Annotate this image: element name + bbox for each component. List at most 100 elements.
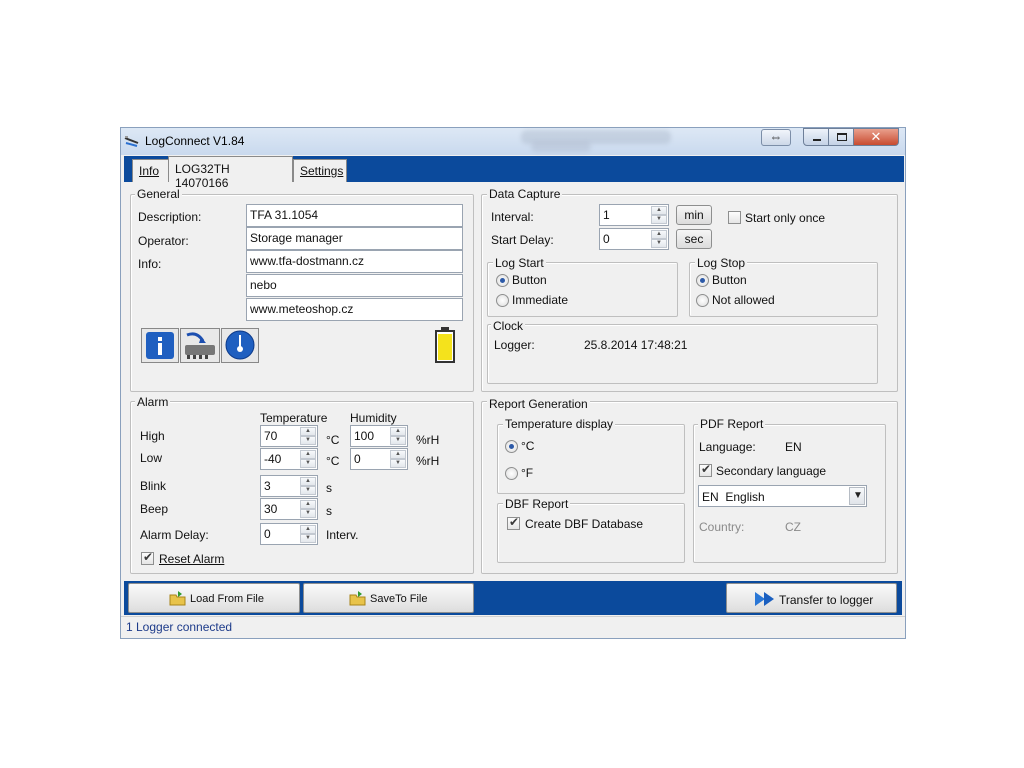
snap-icon[interactable]: ⇔	[761, 129, 791, 146]
title-bar[interactable]: LogConnect V1.84 ⇔ ✕	[121, 128, 905, 155]
spin-up-icon[interactable]: ▲	[390, 427, 406, 436]
blink-value: 3	[264, 479, 271, 493]
spin-up-icon[interactable]: ▲	[300, 525, 316, 534]
info-label: Info:	[138, 257, 162, 271]
fahrenheit-radio[interactable]	[505, 467, 518, 480]
tab-info[interactable]: Info	[132, 159, 170, 182]
spin-down-icon[interactable]: ▼	[651, 215, 667, 224]
high-hum-stepper[interactable]: 100 ▲ ▼	[350, 425, 408, 447]
spin-down-icon[interactable]: ▼	[300, 534, 316, 543]
operator-field[interactable]: Storage manager	[246, 227, 463, 250]
load-firmware-icon	[185, 332, 215, 359]
beep-unit: s	[326, 504, 332, 518]
high-hum-unit: %rH	[416, 433, 440, 447]
humidity-header: Humidity	[350, 411, 397, 425]
info-field-line3[interactable]: www.meteoshop.cz	[246, 298, 463, 321]
pdf-report-title: PDF Report	[698, 417, 766, 431]
status-bar: 1 Logger connected	[121, 616, 905, 638]
transfer-arrow-icon	[755, 592, 774, 606]
temperature-header: Temperature	[260, 411, 328, 425]
folder-open-icon	[169, 591, 186, 606]
log-start-button-radio[interactable]	[496, 274, 509, 287]
app-logo-icon	[124, 136, 139, 147]
spin-down-icon[interactable]: ▼	[300, 436, 316, 445]
spin-down-icon[interactable]: ▼	[300, 509, 316, 518]
spin-up-icon[interactable]: ▲	[390, 450, 406, 459]
transfer-to-logger-label: Transfer to logger	[779, 593, 874, 607]
secondary-language-select[interactable]: EN English ▼	[698, 485, 867, 507]
log-start-group	[487, 262, 678, 317]
spin-down-icon[interactable]: ▼	[300, 486, 316, 495]
tab-settings[interactable]: Settings	[293, 159, 347, 182]
transfer-to-logger-button[interactable]: Transfer to logger	[726, 583, 897, 613]
log-start-immediate-radio[interactable]	[496, 294, 509, 307]
start-delay-unit-button[interactable]: sec	[676, 229, 712, 249]
log-stop-button-radio[interactable]	[696, 274, 709, 287]
beep-value: 30	[264, 502, 278, 516]
low-hum-stepper[interactable]: 0 ▲ ▼	[350, 448, 408, 470]
temperature-probe-button[interactable]	[221, 328, 259, 363]
start-delay-value: 0	[603, 232, 610, 246]
low-temp-stepper[interactable]: -40 ▲ ▼	[260, 448, 318, 470]
country-value: CZ	[785, 520, 801, 534]
spin-up-icon[interactable]: ▲	[651, 230, 667, 239]
info-field-line2[interactable]: nebo	[246, 274, 463, 297]
high-temp-stepper[interactable]: 70 ▲ ▼	[260, 425, 318, 447]
high-label: High	[140, 429, 165, 443]
log-stop-not-allowed-radio[interactable]	[696, 294, 709, 307]
info-button[interactable]	[141, 328, 179, 363]
temperature-display-group	[497, 424, 685, 494]
interval-unit-button[interactable]: min	[676, 205, 712, 225]
secondary-language-select-value: EN English	[702, 490, 765, 504]
high-temp-value: 70	[264, 429, 278, 443]
country-label: Country:	[699, 520, 745, 534]
log-start-immediate-label: Immediate	[512, 293, 569, 307]
secondary-language-checkbox[interactable]: ✔	[699, 462, 712, 477]
dropdown-button[interactable]: ▼	[849, 487, 865, 505]
interval-stepper[interactable]: 1 ▲ ▼	[599, 204, 669, 226]
spin-down-icon[interactable]: ▼	[651, 239, 667, 248]
spin-up-icon[interactable]: ▲	[300, 500, 316, 509]
blink-unit: s	[326, 481, 332, 495]
spin-up-icon[interactable]: ▲	[300, 450, 316, 459]
clock-title: Clock	[491, 319, 526, 333]
load-firmware-button[interactable]	[180, 328, 220, 363]
minimize-button[interactable]	[803, 128, 829, 146]
close-button[interactable]: ✕	[853, 128, 899, 146]
alarm-title: Alarm	[135, 395, 171, 409]
start-delay-stepper[interactable]: 0 ▲ ▼	[599, 228, 669, 250]
log-stop-button-label: Button	[712, 273, 747, 287]
low-label: Low	[140, 451, 163, 465]
spin-up-icon[interactable]: ▲	[300, 477, 316, 486]
clock-logger-label: Logger:	[494, 338, 535, 352]
language-label: Language:	[699, 440, 756, 454]
blink-stepper[interactable]: 3 ▲ ▼	[260, 475, 318, 497]
maximize-icon	[837, 133, 847, 141]
checkmark-icon: ✔	[509, 515, 520, 529]
spin-down-icon[interactable]: ▼	[300, 459, 316, 468]
create-dbf-label: Create DBF Database	[525, 517, 644, 531]
reset-alarm-checkbox[interactable]: ✔	[141, 550, 154, 565]
beep-stepper[interactable]: 30 ▲ ▼	[260, 498, 318, 520]
spin-up-icon[interactable]: ▲	[300, 427, 316, 436]
description-field[interactable]: TFA 31.1054	[246, 204, 463, 227]
celsius-radio[interactable]	[505, 440, 518, 453]
load-from-file-button[interactable]: Load From File	[128, 583, 300, 613]
spin-up-icon[interactable]: ▲	[651, 206, 667, 215]
reset-alarm-label: Reset Alarm	[159, 552, 225, 566]
alarm-delay-value: 0	[264, 527, 271, 541]
alarm-delay-stepper[interactable]: 0 ▲ ▼	[260, 523, 318, 545]
start-only-once-label: Start only once	[745, 211, 826, 225]
create-dbf-checkbox[interactable]: ✔	[507, 515, 520, 530]
maximize-button[interactable]	[828, 128, 854, 146]
spin-down-icon[interactable]: ▼	[390, 459, 406, 468]
start-only-once-checkbox[interactable]	[728, 211, 741, 224]
beep-label: Beep	[140, 502, 169, 516]
interval-value: 1	[603, 208, 610, 222]
info-field-line1[interactable]: www.tfa-dostmann.cz	[246, 250, 463, 273]
dbf-report-group	[497, 503, 685, 563]
tab-device[interactable]: LOG32TH 14070166	[168, 156, 293, 190]
alarm-delay-unit: Interv.	[326, 528, 359, 542]
save-to-file-button[interactable]: SaveTo File	[303, 583, 474, 613]
spin-down-icon[interactable]: ▼	[390, 436, 406, 445]
